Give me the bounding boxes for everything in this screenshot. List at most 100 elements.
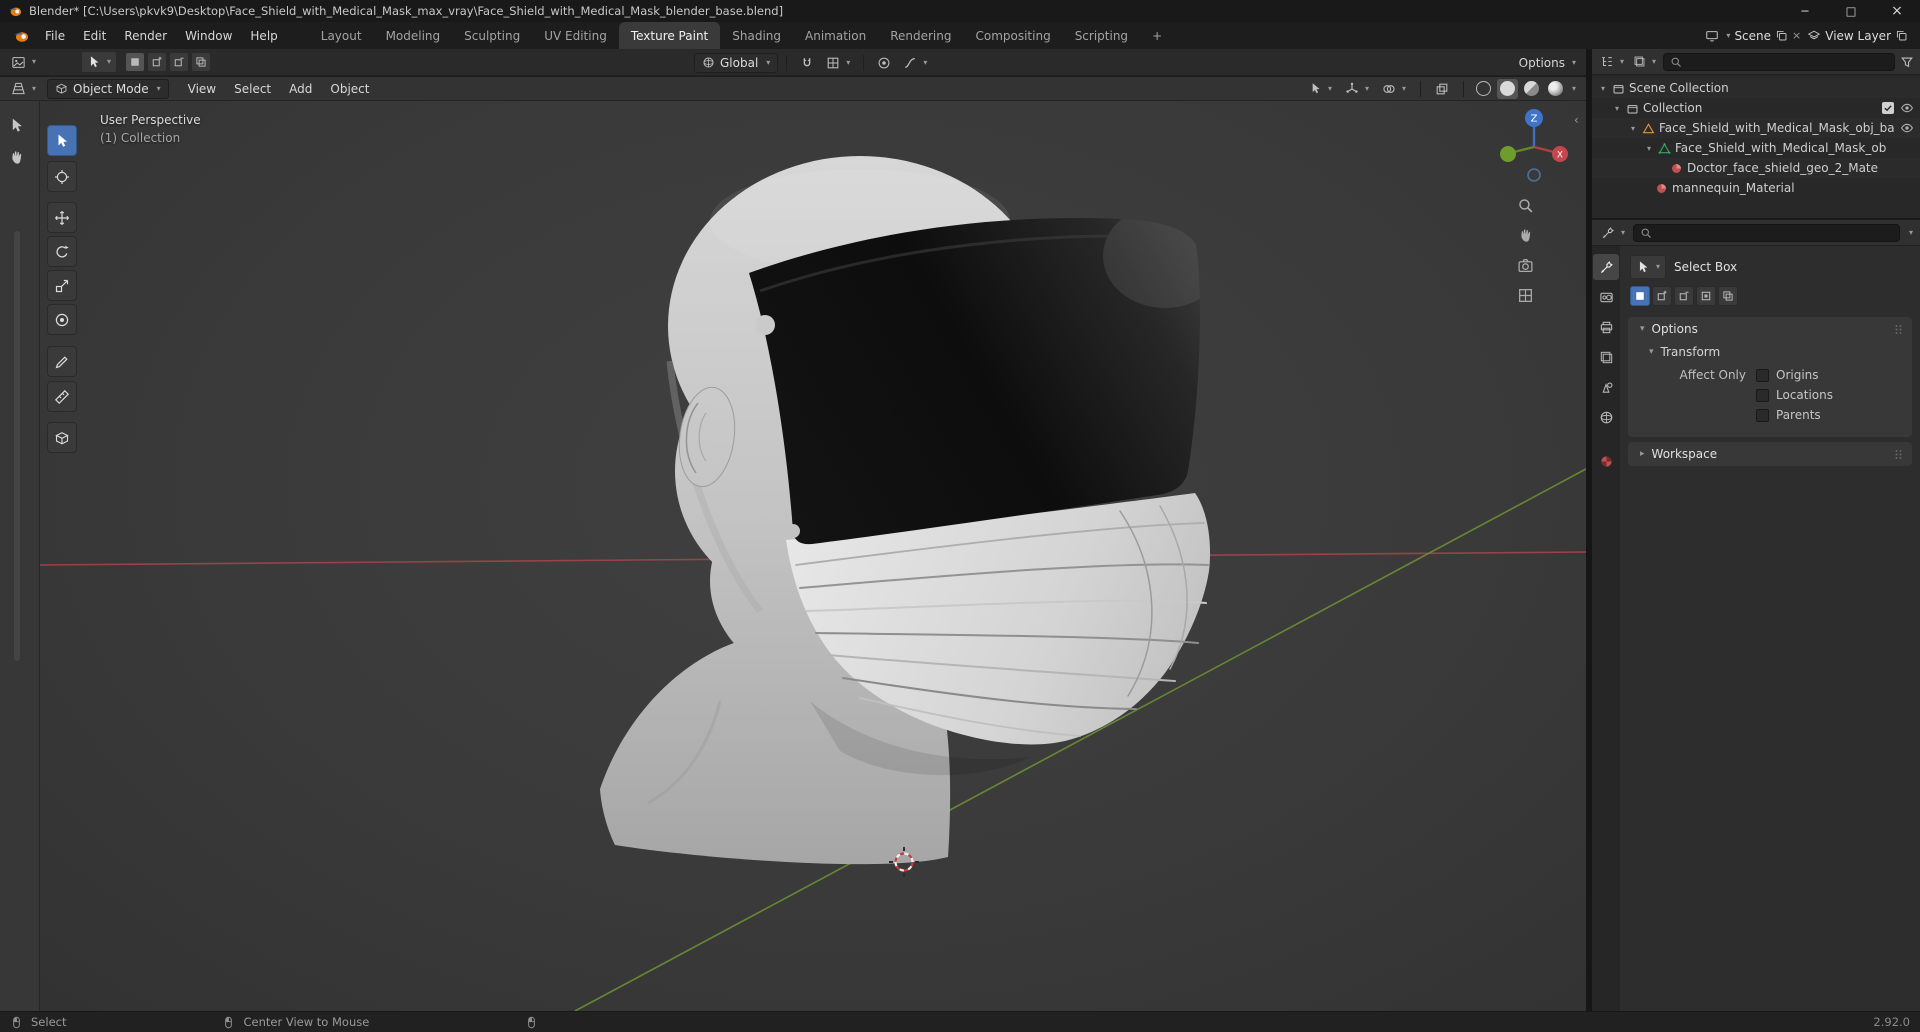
tool-move[interactable] bbox=[47, 202, 77, 233]
select-mode-set[interactable] bbox=[1630, 286, 1650, 306]
orthographic-toggle-control[interactable] bbox=[1517, 287, 1534, 304]
tab-tool[interactable] bbox=[1593, 254, 1619, 280]
strip-hand-tool-button[interactable] bbox=[8, 149, 25, 166]
outliner-search-input[interactable] bbox=[1687, 54, 1888, 69]
tab-animation[interactable]: Animation bbox=[793, 22, 878, 49]
shading-solid-button[interactable] bbox=[1496, 78, 1518, 99]
transform-orientation-dropdown[interactable]: Global ▾ bbox=[694, 52, 779, 73]
options-panel-header[interactable]: ▾ Options bbox=[1628, 317, 1912, 341]
tool-rotate[interactable] bbox=[47, 236, 77, 267]
outliner-search[interactable] bbox=[1663, 52, 1895, 71]
menu-edit[interactable]: Edit bbox=[74, 22, 115, 49]
minimize-button[interactable]: ─ bbox=[1782, 4, 1828, 18]
workspace-panel-header[interactable]: ▸ Workspace bbox=[1628, 442, 1912, 466]
tab-scripting[interactable]: Scripting bbox=[1063, 22, 1140, 49]
shading-wireframe-button[interactable] bbox=[1473, 79, 1494, 99]
expand-arrow-icon[interactable]: ▾ bbox=[1644, 144, 1654, 153]
menu-window[interactable]: Window bbox=[176, 22, 241, 49]
outliner-row-scene-collection[interactable]: ▾ Scene Collection bbox=[1592, 78, 1920, 98]
editor-type-button-image[interactable]: ▾ bbox=[6, 51, 41, 73]
tab-view-layer[interactable] bbox=[1593, 344, 1619, 370]
outliner-row-collection[interactable]: ▾ Collection bbox=[1592, 98, 1920, 118]
snap-toggle[interactable] bbox=[795, 52, 819, 74]
transform-subpanel-header[interactable]: ▾ Transform bbox=[1628, 341, 1912, 363]
menu-help[interactable]: Help bbox=[241, 22, 286, 49]
gizmos-dropdown[interactable]: ▾ bbox=[1340, 78, 1374, 100]
locations-checkbox[interactable] bbox=[1756, 388, 1769, 402]
view-layer-selector[interactable]: View Layer bbox=[1807, 29, 1920, 43]
new-scene-icon[interactable] bbox=[1775, 29, 1788, 42]
shading-rendered-button[interactable] bbox=[1545, 79, 1566, 99]
parents-checkbox[interactable] bbox=[1756, 408, 1769, 422]
tab-rendering[interactable]: Rendering bbox=[878, 22, 963, 49]
tool-add-cube[interactable] bbox=[47, 422, 77, 453]
panel-drag-dots-icon[interactable] bbox=[1894, 324, 1903, 335]
zoom-control[interactable] bbox=[1517, 197, 1534, 214]
eye-icon[interactable] bbox=[1900, 121, 1914, 135]
select-mode-subtract[interactable] bbox=[169, 52, 190, 72]
strip-select-tool-button[interactable] bbox=[8, 117, 25, 134]
new-view-layer-icon[interactable] bbox=[1895, 29, 1908, 42]
properties-search-input[interactable] bbox=[1657, 225, 1893, 240]
editor-type-button-outliner[interactable]: ▾ bbox=[1598, 51, 1626, 73]
properties-search[interactable] bbox=[1633, 223, 1900, 242]
snap-target-dropdown[interactable]: ▾ bbox=[821, 52, 855, 74]
tool-transform[interactable] bbox=[47, 304, 77, 335]
tab-compositing[interactable]: Compositing bbox=[963, 22, 1062, 49]
camera-view-control[interactable] bbox=[1517, 257, 1534, 274]
tab-shading[interactable]: Shading bbox=[720, 22, 793, 49]
checkbox-row-locations[interactable]: Locations bbox=[1756, 385, 1833, 405]
viewport-menu-object[interactable]: Object bbox=[321, 77, 378, 100]
outliner-row-material-2[interactable]: mannequin_Material bbox=[1592, 178, 1920, 198]
active-tool-dropdown[interactable]: ▾ bbox=[81, 51, 118, 73]
outliner-row-material-1[interactable]: Doctor_face_shield_geo_2_Mate bbox=[1592, 158, 1920, 178]
tool-measure[interactable] bbox=[47, 381, 77, 412]
add-workspace-button[interactable]: + bbox=[1140, 22, 1174, 49]
sidebar-collapse-arrow[interactable]: ‹ bbox=[1574, 113, 1579, 127]
select-mode-subtract[interactable] bbox=[1674, 286, 1694, 306]
outliner-display-mode-dropdown[interactable]: ▾ bbox=[1631, 51, 1658, 73]
tab-modeling[interactable]: Modeling bbox=[374, 22, 453, 49]
menu-render[interactable]: Render bbox=[115, 22, 176, 49]
shading-material-button[interactable] bbox=[1521, 79, 1542, 99]
select-mode-extend[interactable] bbox=[1652, 286, 1672, 306]
viewport-menu-view[interactable]: View bbox=[179, 77, 225, 100]
strip-scrollbar[interactable] bbox=[14, 231, 20, 661]
tab-uv-editing[interactable]: UV Editing bbox=[532, 22, 619, 49]
viewport-menu-select[interactable]: Select bbox=[225, 77, 280, 100]
active-tool-button[interactable]: ▾ bbox=[1630, 255, 1667, 279]
tab-layout[interactable]: Layout bbox=[309, 22, 374, 49]
navigation-gizmo[interactable]: Z X bbox=[1492, 105, 1576, 189]
panel-drag-dots-icon[interactable] bbox=[1894, 449, 1903, 460]
select-mode-invert[interactable] bbox=[1696, 286, 1716, 306]
tab-sculpting[interactable]: Sculpting bbox=[452, 22, 532, 49]
pan-hand-control[interactable] bbox=[1517, 227, 1534, 244]
checkbox-row-parents[interactable]: Parents bbox=[1756, 405, 1833, 425]
scene-selector[interactable]: ▾ Scene × bbox=[1705, 29, 1807, 43]
options-dropdown[interactable]: Options ▾ bbox=[1519, 53, 1576, 73]
overlays-dropdown[interactable]: ▾ bbox=[1377, 78, 1411, 100]
expand-arrow-icon[interactable]: ▾ bbox=[1612, 104, 1622, 113]
xray-toggle[interactable] bbox=[1430, 78, 1454, 100]
viewport-menu-add[interactable]: Add bbox=[280, 77, 321, 100]
editor-type-button-properties[interactable]: ▾ bbox=[1599, 222, 1627, 244]
menu-file[interactable]: File bbox=[36, 22, 74, 49]
checkbox-row-origins[interactable]: Origins bbox=[1756, 365, 1833, 385]
viewport-canvas[interactable]: User Perspective (1) Collection Z X ‹ bbox=[40, 101, 1586, 1011]
expand-arrow-icon[interactable]: ▾ bbox=[1598, 84, 1608, 93]
blender-menu-icon[interactable] bbox=[6, 28, 36, 44]
selectability-visibility-dropdown[interactable]: ▾ bbox=[1304, 78, 1337, 100]
select-mode-set[interactable] bbox=[125, 52, 146, 72]
outliner-row-object[interactable]: ▾ Face_Shield_with_Medical_Mask_obj_ba bbox=[1592, 118, 1920, 138]
tool-select-box[interactable] bbox=[47, 125, 77, 156]
tab-render[interactable] bbox=[1593, 284, 1619, 310]
maximize-button[interactable]: □ bbox=[1828, 4, 1874, 18]
collection-exclude-checkbox[interactable] bbox=[1882, 102, 1894, 114]
unlink-scene-icon[interactable]: × bbox=[1792, 29, 1801, 42]
tool-annotate[interactable] bbox=[47, 346, 77, 377]
tab-texture-paint[interactable]: Texture Paint bbox=[618, 22, 721, 49]
proportional-falloff-dropdown[interactable]: ▾ bbox=[898, 52, 932, 74]
outliner-row-mesh-data[interactable]: ▾ Face_Shield_with_Medical_Mask_ob bbox=[1592, 138, 1920, 158]
select-mode-intersect[interactable] bbox=[1718, 286, 1738, 306]
tab-output[interactable] bbox=[1593, 314, 1619, 340]
